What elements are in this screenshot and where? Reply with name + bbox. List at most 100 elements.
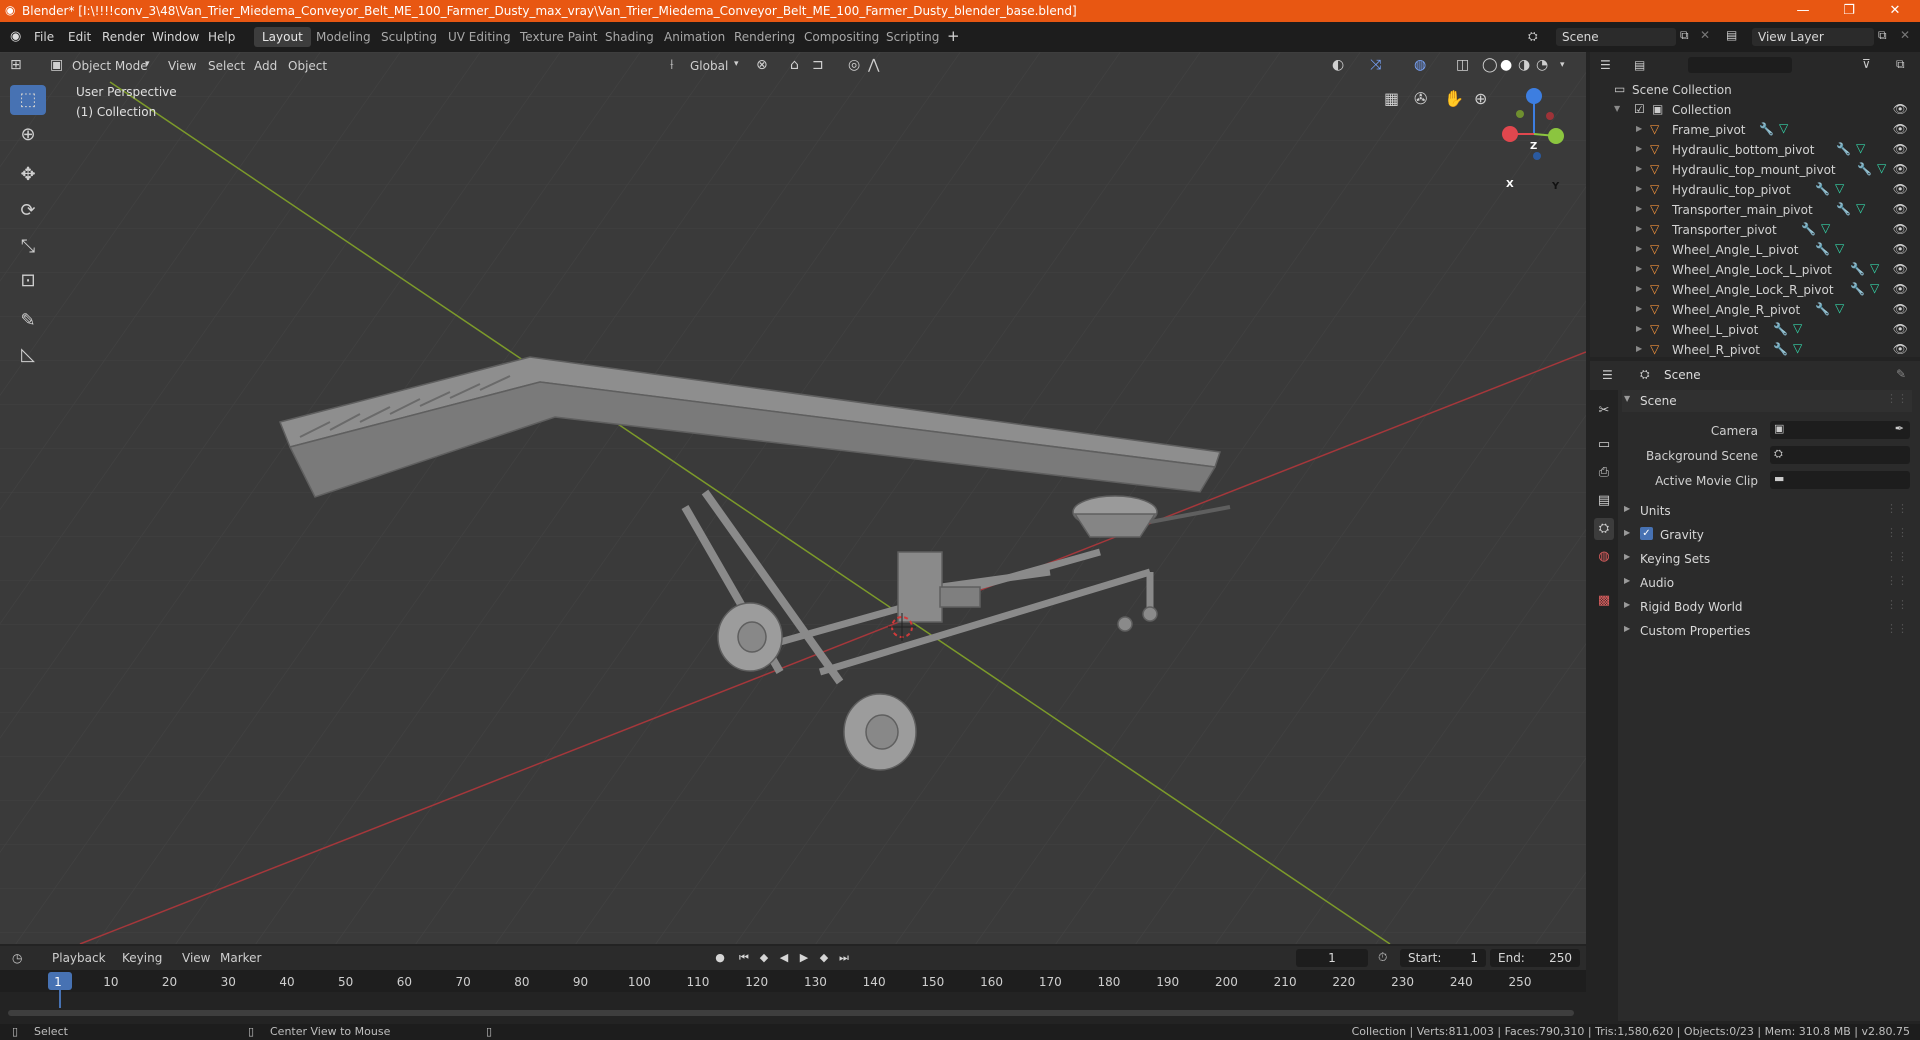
- eye-icon[interactable]: 👁: [1893, 322, 1908, 336]
- mesh-data-icon[interactable]: ▽: [1835, 241, 1844, 255]
- expand-icon[interactable]: ▶: [1636, 264, 1642, 273]
- object-mode-dropdown[interactable]: Object Mode: [72, 59, 148, 73]
- modifier-wrench-icon[interactable]: 🔧: [1850, 282, 1865, 296]
- pan-hand-icon[interactable]: ✋: [1444, 90, 1464, 108]
- outliner-item[interactable]: ▶ ▽ Frame_pivot 👁 🔧 ▽: [1590, 120, 1920, 140]
- start-frame-field[interactable]: Start: 1: [1400, 949, 1486, 967]
- tab-layout[interactable]: Layout: [254, 27, 311, 47]
- outliner-item[interactable]: ▶ ▽ Wheel_R_pivot 👁 🔧 ▽: [1590, 340, 1920, 360]
- modifier-wrench-icon[interactable]: 🔧: [1815, 302, 1830, 316]
- panel-scene-header[interactable]: ▼ Scene ⋮⋮: [1622, 390, 1912, 412]
- eye-icon[interactable]: 👁: [1893, 182, 1908, 196]
- display-mode-icon[interactable]: ▤: [1634, 58, 1645, 72]
- scale-tool[interactable]: ⤡: [10, 232, 46, 262]
- eye-icon[interactable]: 👁: [1893, 122, 1908, 136]
- mesh-data-icon[interactable]: ▽: [1856, 201, 1865, 215]
- outliner-item[interactable]: ▶ ▽ Transporter_pivot 👁 🔧 ▽: [1590, 220, 1920, 240]
- gizmo-y-label[interactable]: Y: [1552, 181, 1559, 192]
- timeline-editor-icon[interactable]: ◷: [12, 951, 22, 965]
- end-frame-field[interactable]: End: 250: [1490, 949, 1580, 967]
- timeline-scrollbar[interactable]: [8, 1010, 1574, 1016]
- close-button[interactable]: ✕: [1872, 0, 1918, 22]
- expand-icon[interactable]: ▶: [1636, 224, 1642, 233]
- new-view-layer-icon[interactable]: ⧉: [1878, 28, 1887, 43]
- mesh-data-icon[interactable]: ▽: [1877, 161, 1886, 175]
- tab-render-icon[interactable]: ▭: [1594, 434, 1614, 456]
- maximize-button[interactable]: ❐: [1826, 0, 1872, 22]
- gizmo-toggle-icon[interactable]: ⤨: [1370, 56, 1381, 74]
- outliner-search-input[interactable]: [1688, 57, 1792, 73]
- current-frame-field[interactable]: 1: [1296, 949, 1368, 967]
- prev-keyframe-icon[interactable]: ◆: [756, 950, 772, 966]
- viewport-menu-view[interactable]: View: [168, 59, 196, 73]
- menu-render[interactable]: Render: [102, 30, 145, 44]
- outliner-item[interactable]: ▶ ▽ Transporter_main_pivot 👁 🔧 ▽: [1590, 200, 1920, 220]
- expand-icon[interactable]: ▶: [1636, 284, 1642, 293]
- modifier-wrench-icon[interactable]: 🔧: [1836, 202, 1851, 216]
- delete-view-layer-icon[interactable]: ✕: [1900, 28, 1910, 42]
- stopwatch-icon[interactable]: ⏱: [1378, 950, 1387, 965]
- eye-icon[interactable]: 👁: [1893, 162, 1908, 176]
- expand-icon[interactable]: ▶: [1636, 344, 1642, 353]
- gravity-checkbox[interactable]: ✓: [1640, 527, 1653, 540]
- transform-orientation-dropdown[interactable]: Global: [690, 59, 728, 73]
- eye-icon[interactable]: 👁: [1893, 342, 1908, 356]
- tab-texture-icon[interactable]: ▩: [1594, 590, 1614, 612]
- properties-editor-icon[interactable]: ☰: [1602, 368, 1613, 382]
- proportional-edit-icon[interactable]: ◎: [848, 56, 860, 74]
- cursor-tool[interactable]: ⊕: [10, 120, 46, 150]
- delete-scene-icon[interactable]: ✕: [1700, 28, 1710, 42]
- pin-icon[interactable]: ✎: [1896, 367, 1906, 381]
- expand-icon[interactable]: ▶: [1636, 184, 1642, 193]
- checkbox-icon[interactable]: ☑: [1634, 102, 1645, 116]
- tab-texture-paint[interactable]: Texture Paint: [512, 27, 605, 47]
- tab-scripting[interactable]: Scripting: [878, 27, 947, 47]
- rendered-shading-icon[interactable]: ◔: [1536, 56, 1548, 74]
- select-box-tool[interactable]: ⬚: [10, 85, 46, 115]
- tab-sculpting[interactable]: Sculpting: [373, 27, 445, 47]
- rotate-tool[interactable]: ⟳: [10, 196, 46, 226]
- menu-file[interactable]: File: [34, 30, 54, 44]
- jump-end-icon[interactable]: ⏭: [836, 950, 852, 966]
- play-reverse-icon[interactable]: ◀: [776, 950, 792, 966]
- modifier-wrench-icon[interactable]: 🔧: [1815, 182, 1830, 196]
- toggle-camera-grid-icon[interactable]: ▦: [1384, 90, 1399, 108]
- timeline-menu-keying[interactable]: Keying: [122, 951, 162, 965]
- menu-edit[interactable]: Edit: [68, 30, 91, 44]
- camera-view-icon[interactable]: ✇: [1414, 90, 1427, 108]
- menu-window[interactable]: Window: [152, 30, 199, 44]
- tab-modeling[interactable]: Modeling: [308, 27, 379, 47]
- view-layer-selector[interactable]: View Layer: [1752, 28, 1874, 46]
- eye-icon[interactable]: 👁: [1893, 282, 1908, 296]
- annotate-tool[interactable]: ✎: [10, 306, 46, 336]
- expand-icon[interactable]: ▶: [1636, 204, 1642, 213]
- transform-tool[interactable]: ⊡: [10, 266, 46, 296]
- tab-shading[interactable]: Shading: [597, 27, 662, 47]
- mesh-data-icon[interactable]: ▽: [1793, 341, 1802, 355]
- outliner-item[interactable]: ▶ ▽ Hydraulic_top_mount_pivot 👁 🔧 ▽: [1590, 160, 1920, 180]
- tab-animation[interactable]: Animation: [656, 27, 733, 47]
- outliner-item[interactable]: ▶ ▽ Wheel_Angle_Lock_R_pivot 👁 🔧 ▽: [1590, 280, 1920, 300]
- next-keyframe-icon[interactable]: ◆: [816, 950, 832, 966]
- tab-tool-icon[interactable]: ✂: [1594, 400, 1614, 422]
- record-icon[interactable]: ●: [712, 950, 728, 966]
- filter-icon[interactable]: ⊽: [1862, 57, 1871, 71]
- eye-icon[interactable]: 👁: [1893, 222, 1908, 236]
- panel-audio[interactable]: ▶ Audio ⋮⋮: [1622, 572, 1912, 594]
- snap-target-icon[interactable]: ⊐: [812, 56, 824, 74]
- panel-custom-properties[interactable]: ▶ Custom Properties ⋮⋮: [1622, 620, 1912, 642]
- mesh-data-icon[interactable]: ▽: [1779, 121, 1788, 135]
- viewport-menu-select[interactable]: Select: [208, 59, 245, 73]
- mesh-data-icon[interactable]: ▽: [1793, 321, 1802, 335]
- tab-output-icon[interactable]: ⎙: [1594, 462, 1614, 484]
- wireframe-shading-icon[interactable]: ◯: [1482, 56, 1498, 74]
- outliner-item[interactable]: ▶ ▽ Wheel_L_pivot 👁 🔧 ▽: [1590, 320, 1920, 340]
- new-scene-icon[interactable]: ⧉: [1680, 28, 1689, 43]
- timeline-menu-marker[interactable]: Marker: [220, 951, 261, 965]
- eye-icon[interactable]: 👁: [1893, 202, 1908, 216]
- tab-compositing[interactable]: Compositing: [796, 27, 887, 47]
- panel-keying-sets[interactable]: ▶ Keying Sets ⋮⋮: [1622, 548, 1912, 570]
- editor-type-icon[interactable]: ⊞: [10, 56, 22, 74]
- chevron-down-icon[interactable]: ▾: [1560, 56, 1565, 74]
- xray-icon[interactable]: ◫: [1456, 56, 1469, 74]
